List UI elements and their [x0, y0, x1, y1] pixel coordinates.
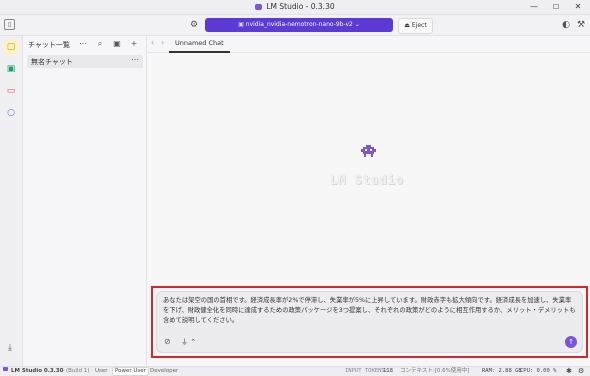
eject-label: Eject — [411, 22, 427, 29]
message-input-text[interactable]: あなたは架空の国の首相です。経済成長率が2%で停滞し、失業率が5%に上昇していま… — [163, 296, 577, 326]
window-title-wrap: LM Studio - 0.3.30 — [0, 2, 590, 11]
message-input[interactable]: あなたは架空の国の首相です。経済成長率が2%で停滞し、失業率が5%に上昇していま… — [156, 291, 583, 353]
eject-icon: ⏏ — [404, 22, 412, 29]
tab-row: ‹ › Unnamed Chat — [147, 36, 590, 53]
paperclip-icon[interactable]: ⊘ — [164, 337, 171, 346]
chat-icon[interactable]: ▢ — [4, 40, 18, 54]
back-arrow-icon[interactable]: ‹ — [151, 38, 154, 47]
minimize-button[interactable]: — — [523, 0, 545, 14]
new-chat-icon[interactable]: + — [128, 38, 140, 50]
search-chats-icon[interactable]: ⌕ — [94, 38, 106, 50]
chat-item-label: 無名チャット — [31, 58, 73, 66]
tab-unnamed-chat[interactable]: Unnamed Chat — [169, 36, 230, 53]
eject-button[interactable]: ⏏ Eject — [398, 18, 433, 34]
model-chip-icon: ▣ — [238, 21, 246, 28]
download-icon[interactable]: ⤓ — [3, 341, 17, 355]
chat-list-title: チャット一覧 — [28, 41, 70, 49]
sidebar-toggle-icon[interactable]: ▯ — [4, 19, 15, 30]
chevron-down-icon: ⌄ — [352, 21, 360, 28]
folder-icon[interactable]: ▭ — [4, 84, 18, 98]
gear-icon[interactable]: ⚙ — [188, 19, 200, 31]
chat-list-item[interactable]: 無名チャット ⋯ — [27, 55, 143, 68]
chat-sidebar: チャット一覧 ⋯ ⌕ ▣ + 無名チャット ⋯ — [23, 36, 147, 366]
model-selector[interactable]: ▣ nvidia_nvidia-nemotron-nano-9b-v2 ⌄ — [205, 18, 393, 32]
window-title: LM Studio - 0.3.30 — [266, 2, 335, 11]
more-options-icon[interactable]: ⋯ — [77, 38, 89, 50]
model-name: nvidia_nvidia-nemotron-nano-9b-v2 — [245, 21, 353, 28]
wrench-icon[interactable]: ⚒ — [575, 19, 587, 31]
top-toolbar: ▯ ⚙ ▣ nvidia_nvidia-nemotron-nano-9b-v2 … — [0, 15, 590, 36]
new-folder-icon[interactable]: ▣ — [111, 38, 123, 50]
lmstudio-logo-icon — [255, 4, 263, 10]
maximize-button[interactable]: ☐ — [545, 0, 567, 14]
search-icon[interactable]: ○ — [4, 106, 18, 120]
plugin-icon[interactable]: ⏚ ⌃ — [181, 337, 196, 347]
palette-icon[interactable]: ◐ — [560, 19, 572, 31]
close-button[interactable]: ✕ — [567, 0, 589, 14]
send-button[interactable]: ↑ — [565, 336, 577, 348]
brand-wordmark: LM Studio — [329, 173, 405, 187]
title-bar: LM Studio - 0.3.30 — ☐ ✕ — [0, 0, 590, 15]
terminal-icon[interactable]: ▣ — [4, 62, 18, 76]
left-rail: ▢ ▣ ▭ ○ — [0, 36, 23, 366]
chat-item-menu-icon[interactable]: ⋯ — [131, 55, 139, 64]
mascot-icon — [361, 145, 376, 157]
forward-arrow-icon[interactable]: › — [161, 38, 164, 47]
